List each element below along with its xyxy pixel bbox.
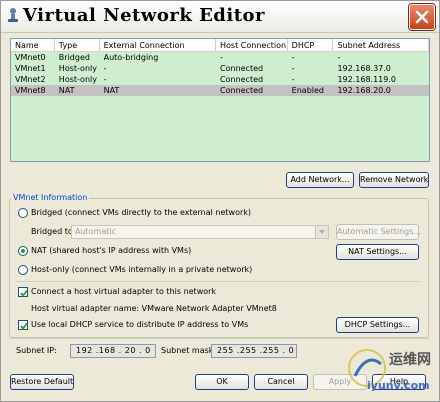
- bridged-label[interactable]: Bridged (connect VMs directly to the ext…: [31, 208, 251, 218]
- cell-external-connection: -: [103, 75, 107, 84]
- watermark-text: 运维网: [389, 352, 431, 368]
- cell-external-connection: -: [103, 64, 107, 73]
- dhcp-label[interactable]: Use local DHCP service to distribute IP …: [31, 320, 248, 330]
- divider: [15, 281, 420, 282]
- cell-dhcp: -: [291, 64, 295, 73]
- cell-external-connection: Auto-bridging: [103, 53, 159, 62]
- network-app-icon: [8, 8, 18, 22]
- cell-host-connection: Connected: [220, 86, 264, 95]
- column-header-host-connection[interactable]: Host Connection: [216, 39, 288, 51]
- cell-external-connection: NAT: [103, 86, 120, 95]
- dhcp-checkbox[interactable]: [18, 320, 28, 330]
- add-network-button[interactable]: Add Network...: [286, 172, 354, 188]
- cell-type: Host-only: [58, 75, 97, 84]
- nat-radio[interactable]: [18, 246, 28, 256]
- table-row[interactable]: VMnet1 Host-only - Connected - 192.168.3…: [11, 63, 429, 74]
- cell-dhcp: -: [291, 53, 295, 62]
- restore-default-button[interactable]: Restore Default: [10, 374, 74, 390]
- subnet-mask-field[interactable]: 255 .255 .255 . 0: [211, 344, 297, 358]
- cell-subnet-address: 192.168.119.0: [337, 75, 396, 84]
- column-header-dhcp[interactable]: DHCP: [288, 39, 334, 51]
- column-header-name[interactable]: Name: [11, 39, 55, 51]
- cell-host-connection: -: [220, 53, 223, 62]
- cell-name: VMnet8: [15, 86, 46, 95]
- virtual-network-editor-window: Virtual Network Editor Name Type Externa…: [0, 0, 440, 402]
- bridged-to-value: Automatic: [75, 227, 117, 236]
- cell-type: Bridged: [58, 53, 90, 62]
- close-icon: [415, 10, 429, 24]
- nat-settings-button[interactable]: NAT Settings...: [336, 244, 419, 260]
- checkmark-icon: [20, 289, 28, 297]
- subnet-ip-label: Subnet IP:: [16, 346, 57, 355]
- table-row-selected[interactable]: VMnet8 NAT NAT Connected Enabled 192.168…: [11, 85, 429, 96]
- window-title: Virtual Network Editor: [23, 5, 266, 26]
- cell-subnet-address: -: [337, 53, 341, 62]
- divider: [9, 338, 429, 339]
- network-table[interactable]: Name Type External Connection Host Conne…: [10, 38, 430, 162]
- table-row[interactable]: VMnet2 Host-only - Connected - 192.168.1…: [11, 74, 429, 85]
- vmnet-information-title: VMnet Information: [11, 193, 90, 203]
- column-header-external-connection[interactable]: External Connection: [100, 39, 217, 51]
- table-row[interactable]: VMnet0 Bridged Auto-bridging - - -: [11, 52, 429, 63]
- watermark-url: iyunv.com: [367, 379, 430, 392]
- remove-network-button[interactable]: Remove Network: [359, 172, 429, 188]
- cancel-button[interactable]: Cancel: [254, 374, 308, 390]
- column-header-subnet-address[interactable]: Subnet Address: [333, 39, 429, 51]
- table-header: Name Type External Connection Host Conne…: [11, 39, 429, 52]
- subnet-mask-label: Subnet mask:: [161, 346, 217, 355]
- cell-subnet-address: 192.168.37.0: [337, 64, 391, 73]
- cell-type: NAT: [58, 86, 75, 95]
- cell-name: VMnet1: [15, 64, 46, 73]
- ok-button[interactable]: OK: [195, 374, 249, 390]
- chevron-down-icon: [315, 226, 328, 238]
- cell-name: VMnet2: [15, 75, 46, 84]
- adapter-name-text: Host virtual adapter name: VMware Networ…: [31, 304, 277, 313]
- cell-dhcp: -: [291, 75, 295, 84]
- title-bar: Virtual Network Editor: [1, 1, 439, 33]
- checkmark-icon: [20, 322, 28, 330]
- nat-label[interactable]: NAT (shared host's IP address with VMs): [31, 246, 191, 256]
- cell-name: VMnet0: [15, 53, 46, 62]
- bridged-to-select: Automatic: [71, 225, 329, 239]
- connect-adapter-label[interactable]: Connect a host virtual adapter to this n…: [31, 287, 216, 297]
- cell-host-connection: Connected: [220, 64, 264, 73]
- cell-host-connection: Connected: [220, 75, 264, 84]
- close-button[interactable]: [408, 3, 436, 31]
- column-header-type[interactable]: Type: [55, 39, 100, 51]
- connect-adapter-checkbox[interactable]: [18, 287, 28, 297]
- host-only-label[interactable]: Host-only (connect VMs internally in a p…: [31, 265, 252, 275]
- cell-dhcp: Enabled: [291, 86, 324, 95]
- bridged-to-label: Bridged to:: [31, 227, 76, 236]
- cell-subnet-address: 192.168.20.0: [337, 86, 391, 95]
- host-only-radio[interactable]: [18, 265, 28, 275]
- subnet-ip-field[interactable]: 192 .168 . 20 . 0: [70, 344, 156, 358]
- dhcp-settings-button[interactable]: DHCP Settings...: [336, 317, 419, 333]
- cell-type: Host-only: [58, 64, 97, 73]
- bridged-radio[interactable]: [18, 208, 28, 218]
- apply-button: Apply: [313, 374, 367, 390]
- automatic-settings-button: Automatic Settings...: [336, 224, 421, 240]
